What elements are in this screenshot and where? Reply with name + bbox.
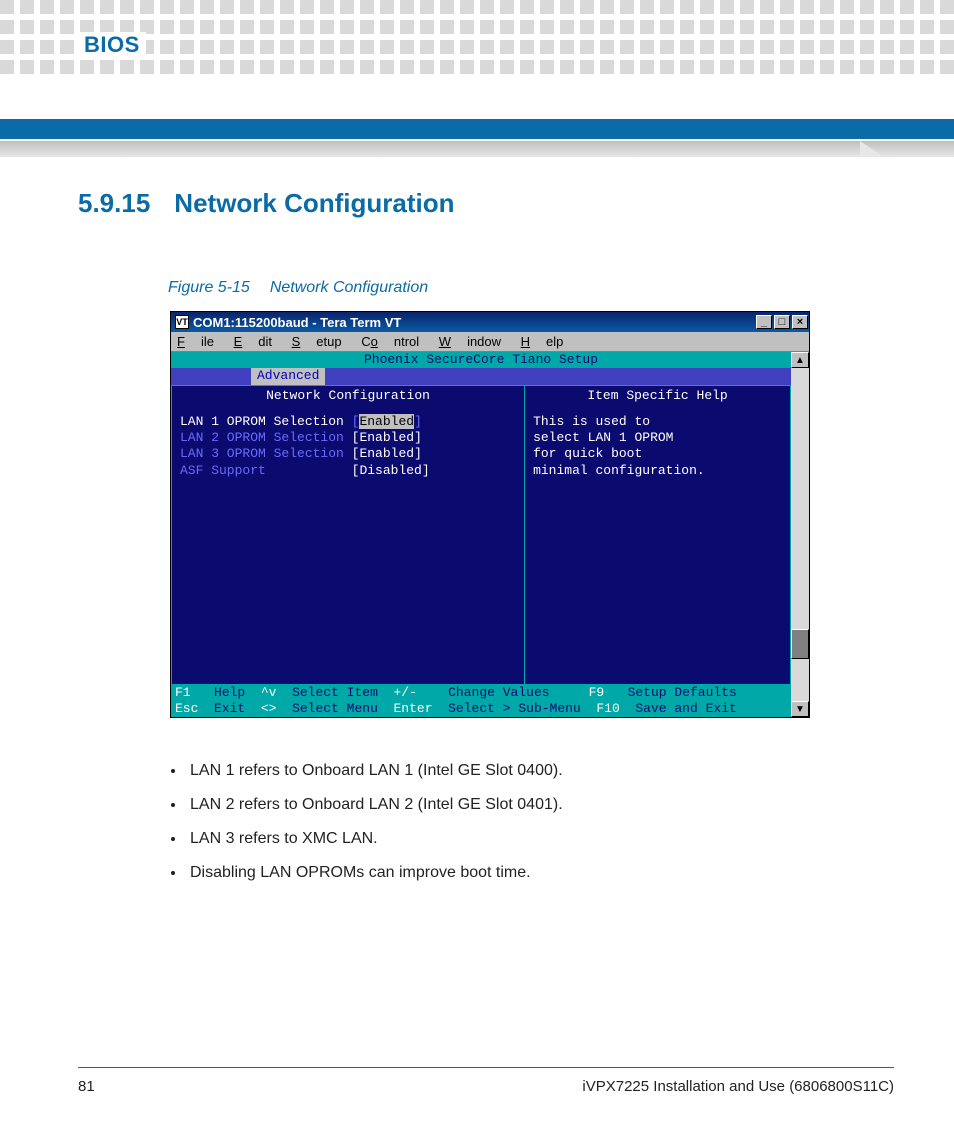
bios-screen: Phoenix SecureCore Tiano Setup Advanced … [171, 352, 791, 717]
window-titlebar: VT COM1:115200baud - Tera Term VT _ □ × [171, 312, 809, 332]
menu-edit[interactable]: Edit [234, 334, 272, 349]
bios-option[interactable]: LAN 3 OPROM Selection [Enabled] [180, 446, 516, 462]
minimize-button[interactable]: _ [756, 315, 772, 329]
grey-divider [0, 141, 954, 157]
section-title: 5.9.15 Network Configuration [78, 188, 894, 219]
bios-option[interactable]: LAN 1 OPROM Selection [Enabled] [180, 414, 516, 430]
bios-header: Phoenix SecureCore Tiano Setup [171, 352, 791, 368]
menu-control[interactable]: Control [361, 334, 419, 349]
bios-help-text: This is used to select LAN 1 OPROM for q… [533, 414, 782, 479]
bullet-list: LAN 1 refers to Onboard LAN 1 (Intel GE … [186, 762, 894, 882]
teraterm-window: VT COM1:115200baud - Tera Term VT _ □ × … [170, 311, 810, 718]
section-title-text: Network Configuration [174, 188, 454, 218]
bios-option[interactable]: LAN 2 OPROM Selection [Enabled] [180, 430, 516, 446]
bios-tab-advanced[interactable]: Advanced [251, 368, 325, 384]
menu-help[interactable]: Help [521, 334, 564, 349]
menu-setup[interactable]: Setup [292, 334, 342, 349]
menubar: File Edit Setup Control Window Help [171, 332, 809, 352]
scrollbar[interactable]: ▲ ▼ [791, 352, 809, 717]
blue-divider [0, 119, 954, 139]
chapter-label: BIOS [78, 32, 146, 58]
bios-tabs: Advanced [171, 368, 791, 384]
bios-footer: F1 Help ^v Select Item +/- Change Values… [171, 685, 791, 718]
bios-help-title: Item Specific Help [533, 388, 782, 404]
bios-options-panel: Network Configuration LAN 1 OPROM Select… [171, 385, 524, 685]
list-item: LAN 3 refers to XMC LAN. [186, 830, 894, 848]
list-item: Disabling LAN OPROMs can improve boot ti… [186, 864, 894, 882]
figure-title: Network Configuration [270, 279, 428, 296]
section-number: 5.9.15 [78, 188, 150, 218]
bios-panel-title: Network Configuration [180, 388, 516, 404]
list-item: LAN 1 refers to Onboard LAN 1 (Intel GE … [186, 762, 894, 780]
menu-window[interactable]: Window [439, 334, 501, 349]
list-item: LAN 2 refers to Onboard LAN 2 (Intel GE … [186, 796, 894, 814]
bios-option[interactable]: ASF Support [Disabled] [180, 463, 516, 479]
scroll-up-button[interactable]: ▲ [791, 352, 809, 368]
scroll-down-button[interactable]: ▼ [791, 701, 809, 717]
bios-help-panel: Item Specific Help This is used to selec… [524, 385, 791, 685]
menu-file[interactable]: File [177, 334, 214, 349]
page-number: 81 [78, 1078, 95, 1095]
page-footer: 81 iVPX7225 Installation and Use (680680… [78, 1067, 894, 1095]
vt-icon: VT [175, 315, 189, 329]
scrollbar-track[interactable] [791, 368, 809, 701]
scrollbar-thumb[interactable] [791, 629, 809, 659]
maximize-button[interactable]: □ [774, 315, 790, 329]
close-button[interactable]: × [792, 315, 808, 329]
figure-caption: Figure 5-15 Network Configuration [168, 279, 894, 297]
figure-label: Figure 5-15 [168, 279, 250, 296]
window-title: COM1:115200baud - Tera Term VT [193, 315, 401, 330]
doc-title: iVPX7225 Installation and Use (6806800S1… [582, 1078, 894, 1095]
